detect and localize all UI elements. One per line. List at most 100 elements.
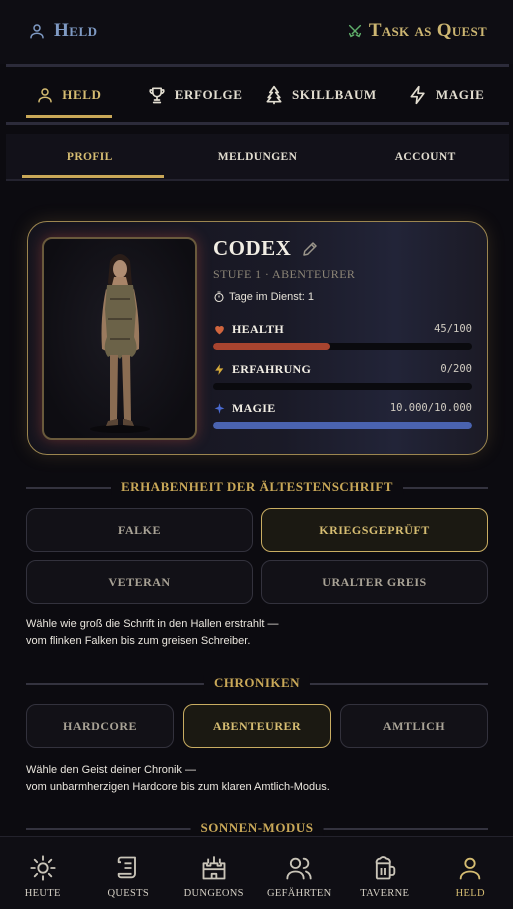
beer-mug-icon <box>375 856 396 880</box>
tab-label: ERFOLGE <box>174 86 243 102</box>
section-title: SONNEN-MODUS <box>190 820 324 836</box>
chronicle-description: Wähle den Geist deiner Chronik — vom unb… <box>26 762 330 796</box>
tab-label: SKILLBAUM <box>291 86 377 102</box>
bottom-nav: HEUTE QUESTS DUNGEONS GEFÄHRTEN TAVERNE … <box>0 836 513 909</box>
chronicle-section-header: CHRONIKEN <box>26 675 488 691</box>
font-option-kriegsgeprueft[interactable]: KRIEGSGEPRÜFT <box>261 508 488 552</box>
lightning-icon <box>410 85 425 104</box>
top-bar: Held Task as Quest <box>0 0 513 64</box>
main-tabs: HELD ERFOLGE SKILLBAUM MAGIE <box>6 67 509 122</box>
scroll-icon <box>117 856 137 879</box>
chronicle-option-amtlich[interactable]: AMTLICH <box>340 704 488 748</box>
tab-profil[interactable]: PROFIL <box>6 134 174 179</box>
tab-label: MAGIE <box>435 86 485 102</box>
tab-held[interactable]: HELD <box>6 67 132 122</box>
stat-label: HEALTH <box>232 321 285 336</box>
nav-heute[interactable]: HEUTE <box>0 837 86 909</box>
magic-stat: MAGIE 10.000/10.000 <box>213 400 472 429</box>
option-label: ABENTEURER <box>212 718 302 733</box>
nav-label: GEFÄHRTEN <box>267 888 332 899</box>
sparkle-icon <box>214 402 225 414</box>
stat-value: 45/100 <box>434 323 472 335</box>
sun-mode-section-header: SONNEN-MODUS <box>26 820 488 836</box>
description-line: Wähle den Geist deiner Chronik — <box>26 764 196 776</box>
sub-tabs: PROFIL MELDUNGEN ACCOUNT <box>6 134 509 179</box>
health-bar <box>213 343 472 350</box>
heart-icon <box>215 325 224 334</box>
font-option-veteran[interactable]: VETERAN <box>26 560 253 604</box>
option-label: URALTER GREIS <box>322 574 427 589</box>
nav-quests[interactable]: QUESTS <box>86 837 172 909</box>
nav-label: QUESTS <box>107 888 149 899</box>
castle-icon <box>202 856 226 880</box>
stat-value: 10.000/10.000 <box>389 402 472 414</box>
page-header: Held <box>28 20 98 42</box>
option-label: VETERAN <box>108 574 171 589</box>
tab-skillbaum[interactable]: SKILLBAUM <box>258 67 384 122</box>
tab-erfolge[interactable]: ERFOLGE <box>132 67 258 122</box>
health-stat: HEALTH 45/100 <box>213 321 472 350</box>
font-description: Wähle wie groß die Schrift in den Hallen… <box>26 616 279 650</box>
hero-figure-image <box>90 254 150 433</box>
page-title: Held <box>54 20 98 41</box>
font-size-section-header: ERHABENHEIT DER ÄLTESTENSCHRIFT <box>26 479 488 495</box>
user-icon <box>30 24 44 39</box>
tab-magie[interactable]: MAGIE <box>383 67 509 122</box>
days-in-service: Tage im Dienst: 1 <box>213 291 314 303</box>
divider <box>6 179 509 181</box>
tab-label: MELDUNGEN <box>217 150 298 163</box>
tab-label: PROFIL <box>66 150 113 163</box>
description-line: vom unbarmherzigen Hardcore bis zum klar… <box>26 781 330 793</box>
lightning-icon <box>215 363 224 375</box>
edit-pencil-icon[interactable] <box>301 240 319 258</box>
hero-portrait[interactable] <box>42 237 197 440</box>
trophy-icon <box>149 87 165 103</box>
days-label: Tage im Dienst: 1 <box>229 291 314 303</box>
stat-value: 0/200 <box>440 363 472 375</box>
hero-name: CODEX <box>213 236 292 260</box>
nav-label: HELD <box>455 888 485 899</box>
nav-held[interactable]: HELD <box>428 837 513 909</box>
tab-label: HELD <box>62 86 102 102</box>
users-icon <box>286 857 312 880</box>
tree-icon <box>266 85 282 104</box>
nav-gefaehrten[interactable]: GEFÄHRTEN <box>257 837 343 909</box>
crossed-swords-icon <box>348 24 361 38</box>
section-title: CHRONIKEN <box>203 675 311 691</box>
magic-bar-fill <box>213 422 472 429</box>
nav-label: HEUTE <box>24 888 61 899</box>
nav-dungeons[interactable]: DUNGEONS <box>171 837 257 909</box>
chronicle-option-hardcore[interactable]: HARDCORE <box>26 704 174 748</box>
nav-label: DUNGEONS <box>183 888 244 899</box>
user-icon <box>459 857 481 880</box>
stopwatch-icon <box>214 291 224 303</box>
tab-label: ACCOUNT <box>394 150 456 163</box>
description-line: vom flinken Falken bis zum greisen Schre… <box>26 635 251 647</box>
health-bar-fill <box>213 343 330 350</box>
hero-name-row: CODEX <box>213 236 319 261</box>
app-name: Task as Quest <box>368 20 487 41</box>
section-title: ERHABENHEIT DER ÄLTESTENSCHRIFT <box>111 479 403 495</box>
divider <box>6 122 509 125</box>
chronicle-option-abenteurer[interactable]: ABENTEURER <box>183 704 331 748</box>
description-line: Wähle wie groß die Schrift in den Hallen… <box>26 618 279 630</box>
tab-meldungen[interactable]: MELDUNGEN <box>174 134 342 179</box>
hero-card: CODEX STUFE 1 · ABENTEURER Tage im Diens… <box>27 221 488 455</box>
option-label: KRIEGSGEPRÜFT <box>319 522 430 537</box>
nav-label: TAVERNE <box>360 888 410 899</box>
xp-stat: ERFAHRUNG 0/200 <box>213 361 472 390</box>
option-label: FALKE <box>118 522 161 537</box>
stat-label: MAGIE <box>232 400 276 415</box>
option-label: HARDCORE <box>62 718 137 733</box>
magic-bar <box>213 422 472 429</box>
app-brand[interactable]: Task as Quest <box>347 20 487 42</box>
hero-level: STUFE 1 · ABENTEURER <box>213 267 356 281</box>
stat-label: ERFAHRUNG <box>232 361 312 376</box>
user-icon <box>38 87 52 102</box>
nav-taverne[interactable]: TAVERNE <box>342 837 428 909</box>
option-label: AMTLICH <box>382 718 446 733</box>
font-option-falke[interactable]: FALKE <box>26 508 253 552</box>
xp-bar <box>213 383 472 390</box>
tab-account[interactable]: ACCOUNT <box>341 134 509 179</box>
font-option-uralter-greis[interactable]: URALTER GREIS <box>261 560 488 604</box>
